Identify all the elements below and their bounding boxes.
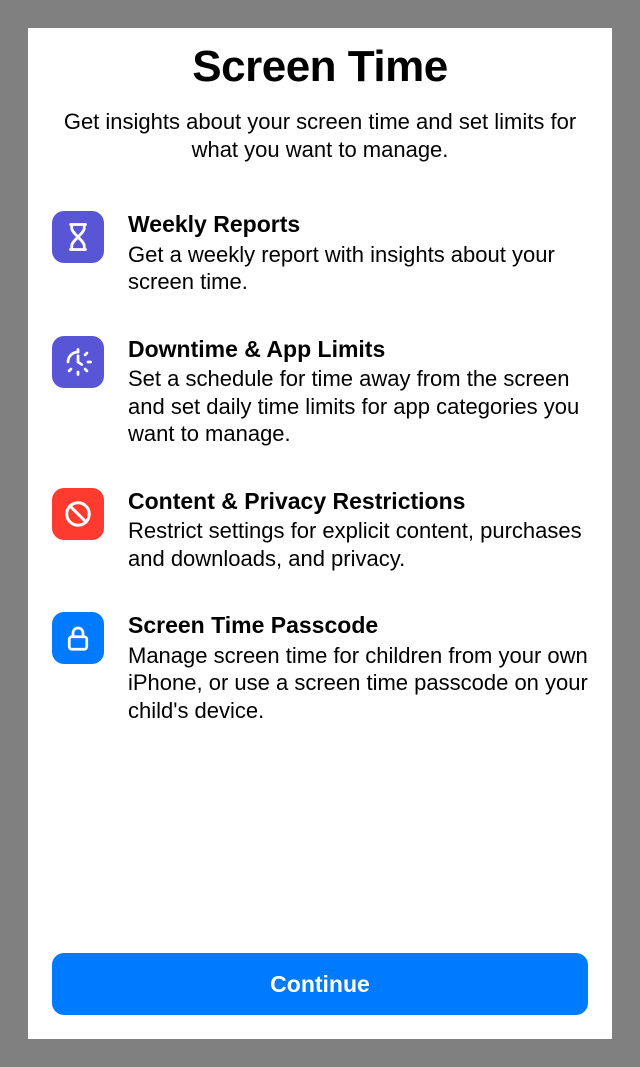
feature-desc: Manage screen time for children from you… <box>128 642 588 725</box>
feature-content-privacy: Content & Privacy Restrictions Restrict … <box>52 488 588 573</box>
feature-list: Weekly Reports Get a weekly report with … <box>52 211 588 933</box>
feature-text: Weekly Reports Get a weekly report with … <box>128 211 588 296</box>
feature-downtime-app-limits: Downtime & App Limits Set a schedule for… <box>52 336 588 448</box>
feature-title: Content & Privacy Restrictions <box>128 488 588 516</box>
feature-title: Downtime & App Limits <box>128 336 588 364</box>
lock-icon <box>52 612 104 664</box>
feature-text: Content & Privacy Restrictions Restrict … <box>128 488 588 573</box>
hourglass-icon <box>52 211 104 263</box>
page-title: Screen Time <box>52 42 588 92</box>
page-subtitle: Get insights about your screen time and … <box>52 108 588 163</box>
feature-text: Screen Time Passcode Manage screen time … <box>128 612 588 724</box>
feature-desc: Set a schedule for time away from the sc… <box>128 365 588 448</box>
feature-passcode: Screen Time Passcode Manage screen time … <box>52 612 588 724</box>
clock-dash-icon <box>52 336 104 388</box>
feature-desc: Restrict settings for explicit content, … <box>128 517 588 572</box>
continue-button[interactable]: Continue <box>52 953 588 1015</box>
no-symbol-icon <box>52 488 104 540</box>
feature-desc: Get a weekly report with insights about … <box>128 241 588 296</box>
feature-weekly-reports: Weekly Reports Get a weekly report with … <box>52 211 588 296</box>
feature-title: Screen Time Passcode <box>128 612 588 640</box>
screen-time-onboarding-card: Screen Time Get insights about your scre… <box>28 28 612 1039</box>
feature-title: Weekly Reports <box>128 211 588 239</box>
feature-text: Downtime & App Limits Set a schedule for… <box>128 336 588 448</box>
